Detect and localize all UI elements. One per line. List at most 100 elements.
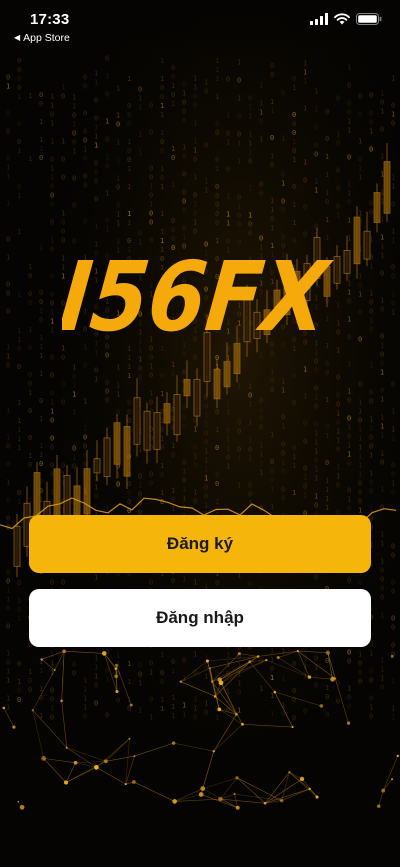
svg-text:0: 0 xyxy=(149,354,153,362)
svg-text:0: 0 xyxy=(292,237,296,245)
svg-text:0: 0 xyxy=(259,414,263,422)
svg-text:0: 0 xyxy=(369,145,373,153)
svg-text:1: 1 xyxy=(116,237,120,245)
svg-text:0: 0 xyxy=(83,434,87,442)
svg-text:0: 0 xyxy=(314,141,318,149)
svg-text:1: 1 xyxy=(303,392,307,400)
svg-text:0: 0 xyxy=(391,551,395,559)
svg-text:1: 1 xyxy=(303,68,307,76)
svg-text:0: 0 xyxy=(94,115,98,123)
svg-text:0: 0 xyxy=(17,579,21,587)
svg-text:0: 0 xyxy=(369,676,373,684)
svg-text:1: 1 xyxy=(39,118,43,126)
svg-text:0: 0 xyxy=(391,119,395,127)
svg-text:1: 1 xyxy=(138,680,142,688)
svg-text:0: 0 xyxy=(160,498,164,506)
svg-text:1: 1 xyxy=(39,712,43,720)
svg-text:1: 1 xyxy=(347,424,351,432)
svg-text:1: 1 xyxy=(391,704,395,712)
back-to-app-store-link[interactable]: ◀ App Store xyxy=(14,32,70,44)
svg-text:0: 0 xyxy=(314,366,318,374)
svg-text:0: 0 xyxy=(369,667,373,675)
svg-text:0: 0 xyxy=(226,237,230,245)
svg-text:1: 1 xyxy=(94,484,98,492)
svg-text:0: 0 xyxy=(17,84,21,92)
svg-text:0: 0 xyxy=(270,467,274,475)
svg-text:0: 0 xyxy=(149,129,153,137)
svg-text:0: 0 xyxy=(303,437,307,445)
svg-text:0: 0 xyxy=(171,235,175,243)
svg-text:1: 1 xyxy=(105,153,109,161)
svg-text:0: 0 xyxy=(149,237,153,245)
login-button[interactable]: Đăng nhập xyxy=(29,589,371,647)
svg-text:1: 1 xyxy=(160,651,164,659)
svg-text:1: 1 xyxy=(391,227,395,235)
svg-text:0: 0 xyxy=(28,380,32,388)
svg-text:0: 0 xyxy=(303,707,307,715)
svg-text:0: 0 xyxy=(61,93,65,101)
svg-text:0: 0 xyxy=(182,107,186,115)
svg-text:0: 0 xyxy=(270,350,274,358)
svg-text:1: 1 xyxy=(17,597,21,605)
svg-text:0: 0 xyxy=(28,272,32,280)
svg-text:1: 1 xyxy=(336,427,340,435)
svg-text:1: 1 xyxy=(160,210,164,218)
svg-text:1: 1 xyxy=(94,655,98,663)
svg-text:1: 1 xyxy=(369,289,373,297)
svg-text:0: 0 xyxy=(28,299,32,307)
svg-text:0: 0 xyxy=(358,417,362,425)
svg-text:0: 0 xyxy=(138,230,142,238)
svg-text:1: 1 xyxy=(215,426,219,434)
svg-text:0: 0 xyxy=(281,197,285,205)
svg-text:1: 1 xyxy=(94,79,98,87)
svg-text:0: 0 xyxy=(61,399,65,407)
svg-text:0: 0 xyxy=(380,125,384,133)
svg-text:1: 1 xyxy=(17,417,21,425)
svg-text:0: 0 xyxy=(358,309,362,317)
svg-text:0: 0 xyxy=(94,178,98,186)
svg-text:0: 0 xyxy=(391,542,395,550)
svg-text:0: 0 xyxy=(380,575,384,583)
svg-text:0: 0 xyxy=(28,290,32,298)
svg-text:0: 0 xyxy=(17,75,21,83)
svg-text:1: 1 xyxy=(237,94,241,102)
svg-text:1: 1 xyxy=(138,131,142,139)
svg-text:0: 0 xyxy=(182,224,186,232)
svg-text:1: 1 xyxy=(369,649,373,657)
svg-text:1: 1 xyxy=(248,112,252,120)
svg-text:1: 1 xyxy=(171,442,175,450)
status-icons xyxy=(310,13,382,25)
svg-text:1: 1 xyxy=(358,444,362,452)
svg-text:0: 0 xyxy=(259,396,263,404)
svg-text:1: 1 xyxy=(314,339,318,347)
svg-text:0: 0 xyxy=(105,135,109,143)
svg-text:1: 1 xyxy=(325,342,329,350)
svg-text:0: 0 xyxy=(149,372,153,380)
svg-text:0: 0 xyxy=(358,381,362,389)
svg-text:0: 0 xyxy=(138,365,142,373)
svg-text:1: 1 xyxy=(303,158,307,166)
svg-text:0: 0 xyxy=(347,109,351,117)
svg-text:1: 1 xyxy=(182,485,186,493)
svg-text:0: 0 xyxy=(83,137,87,145)
svg-text:1: 1 xyxy=(160,165,164,173)
svg-text:0: 0 xyxy=(127,156,131,164)
svg-text:1: 1 xyxy=(83,344,87,352)
svg-text:1: 1 xyxy=(391,434,395,442)
svg-text:0: 0 xyxy=(61,228,65,236)
svg-text:1: 1 xyxy=(226,192,230,200)
svg-text:0: 0 xyxy=(193,155,197,163)
svg-text:1: 1 xyxy=(116,363,120,371)
svg-text:1: 1 xyxy=(83,398,87,406)
register-button[interactable]: Đăng ký xyxy=(29,515,371,573)
svg-text:0: 0 xyxy=(358,669,362,677)
svg-text:1: 1 xyxy=(72,147,76,155)
svg-text:1: 1 xyxy=(127,183,131,191)
svg-text:0: 0 xyxy=(380,584,384,592)
svg-text:1: 1 xyxy=(61,345,65,353)
svg-text:0: 0 xyxy=(50,687,54,695)
svg-text:0: 0 xyxy=(259,189,263,197)
svg-text:1: 1 xyxy=(6,200,10,208)
battery-icon xyxy=(356,13,382,25)
svg-text:0: 0 xyxy=(292,372,296,380)
